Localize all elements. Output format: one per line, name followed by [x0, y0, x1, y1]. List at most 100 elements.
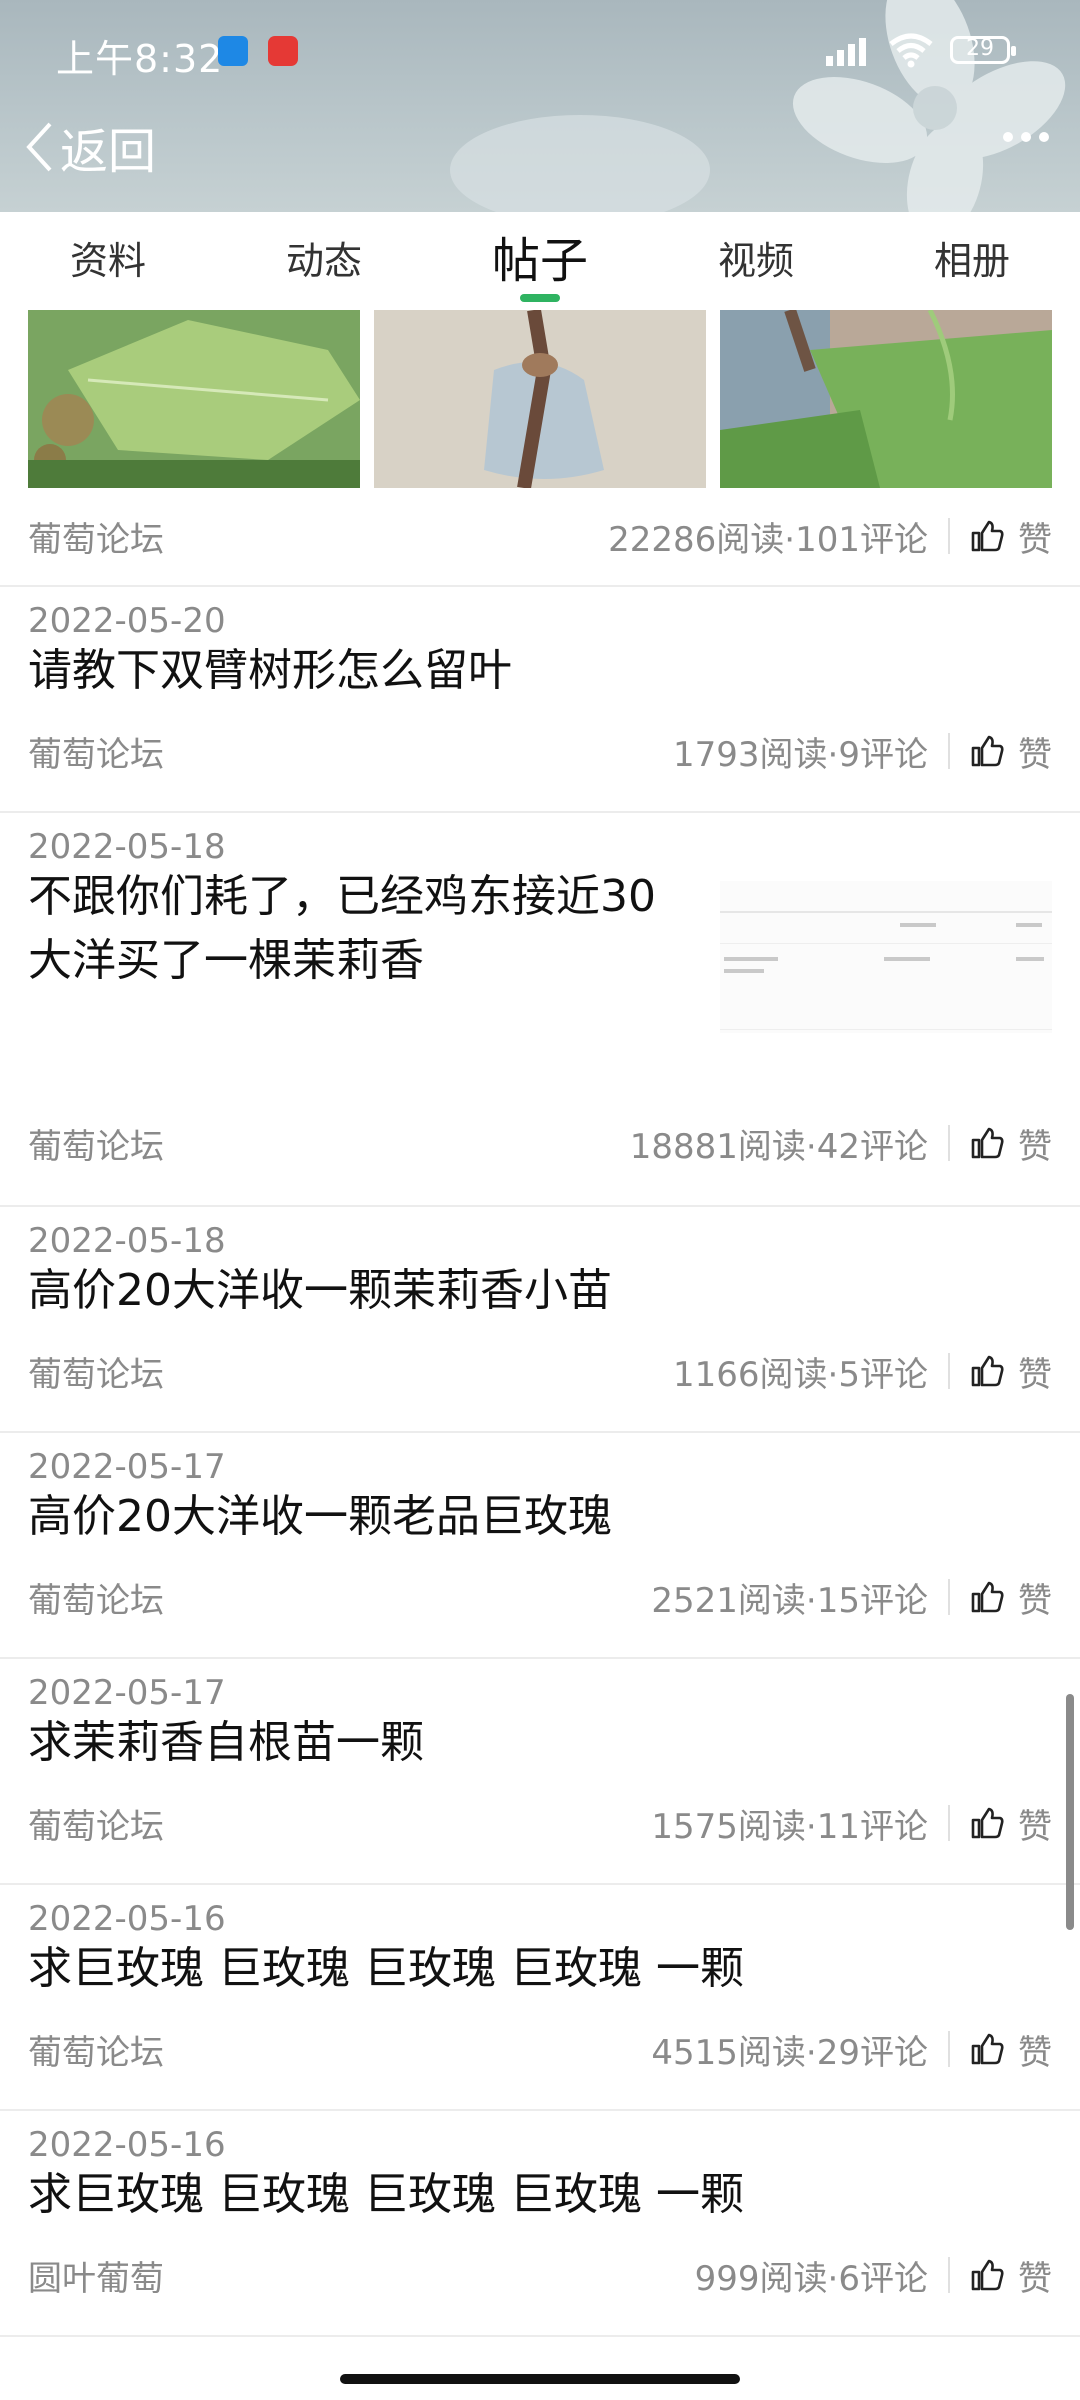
- post-date: 2022-05-16: [28, 2125, 226, 2165]
- post-stats: 1166阅读·5评论: [673, 1354, 928, 1395]
- thumbs-up-icon: [971, 1355, 1004, 1387]
- chevron-left-icon: [26, 122, 52, 172]
- post-title[interactable]: 大洋买了一棵茉莉香: [28, 929, 424, 993]
- forum-name[interactable]: 葡萄论坛: [28, 727, 673, 776]
- post-title[interactable]: 请教下双臂树形怎么留叶: [28, 639, 512, 703]
- wifi-icon: [889, 33, 933, 68]
- profile-tabs: 资料 动态 帖子 视频 相册: [0, 212, 1080, 310]
- home-indicator[interactable]: [340, 2374, 740, 2384]
- like-label: 赞: [1018, 1580, 1052, 1621]
- post-title[interactable]: 高价20大洋收一颗老品巨玫瑰: [28, 1485, 612, 1549]
- tab-albums[interactable]: 相册: [864, 212, 1080, 310]
- signal-icon: [826, 38, 866, 66]
- like-button[interactable]: 赞: [970, 2251, 1052, 2300]
- like-label: 赞: [1018, 1126, 1052, 1167]
- status-time: 上午8:32: [56, 37, 224, 81]
- thumbs-up-icon: [971, 735, 1004, 767]
- post-item[interactable]: 2022-05-16 求巨玫瑰 巨玫瑰 巨玫瑰 巨玫瑰 一颗 葡萄论坛 4515…: [0, 1885, 1080, 2109]
- meta-divider: [948, 518, 950, 554]
- post-item[interactable]: 2022-05-16 求巨玫瑰 巨玫瑰 巨玫瑰 巨玫瑰 一颗 圆叶葡萄 999阅…: [0, 2111, 1080, 2335]
- profile-header: 上午8:32 29 返回: [0, 0, 1080, 212]
- post-date: 2022-05-16: [28, 1899, 226, 1939]
- post-date: 2022-05-17: [28, 1447, 226, 1487]
- post-item[interactable]: 2022-05-17 求茉莉香自根苗一颗 葡萄论坛 1575阅读·11评论 赞: [0, 1659, 1080, 1883]
- like-button[interactable]: 赞: [970, 512, 1052, 561]
- post-meta: 葡萄论坛 1575阅读·11评论 赞: [28, 1793, 1052, 1853]
- post-title[interactable]: 求巨玫瑰 巨玫瑰 巨玫瑰 巨玫瑰 一颗: [28, 1937, 744, 2001]
- browser-app-icon: [218, 36, 248, 66]
- tab-videos[interactable]: 视频: [648, 212, 864, 310]
- post-meta: 葡萄论坛 1166阅读·5评论 赞: [28, 1341, 1052, 1401]
- post-image[interactable]: [28, 310, 360, 488]
- forum-name[interactable]: 葡萄论坛: [28, 1573, 651, 1622]
- meta-divider: [948, 1805, 950, 1841]
- like-label: 赞: [1018, 2258, 1052, 2299]
- like-label: 赞: [1018, 2032, 1052, 2073]
- like-label: 赞: [1018, 734, 1052, 775]
- post-image-row[interactable]: [28, 310, 1052, 488]
- meta-divider: [948, 733, 950, 769]
- post-stats: 22286阅读·101评论: [608, 519, 928, 560]
- post-image[interactable]: [374, 310, 706, 488]
- post-stats: 2521阅读·15评论: [651, 1580, 928, 1621]
- meta-divider: [948, 2031, 950, 2067]
- post-meta: 葡萄论坛 1793阅读·9评论 赞: [28, 721, 1052, 781]
- battery-level: 29: [966, 36, 994, 61]
- post-title[interactable]: 不跟你们耗了，已经鸡东接近30: [28, 865, 656, 929]
- forum-name[interactable]: 葡萄论坛: [28, 512, 608, 561]
- post-stats: 1575阅读·11评论: [651, 1806, 928, 1847]
- thumbs-up-icon: [971, 1127, 1004, 1159]
- thumbs-up-icon: [971, 2259, 1004, 2291]
- meta-divider: [948, 1579, 950, 1615]
- post-item[interactable]: 2022-05-18 不跟你们耗了，已经鸡东接近30 大洋买了一棵茉莉香 葡萄论…: [0, 813, 1080, 1205]
- music-app-icon: [268, 36, 298, 66]
- like-button[interactable]: 赞: [970, 2025, 1052, 2074]
- like-label: 赞: [1018, 519, 1052, 560]
- more-options-icon[interactable]: [1002, 130, 1050, 144]
- like-button[interactable]: 赞: [970, 1799, 1052, 1848]
- post-image[interactable]: [720, 310, 1052, 488]
- post-item[interactable]: 2022-05-17 高价20大洋收一颗老品巨玫瑰 葡萄论坛 2521阅读·15…: [0, 1433, 1080, 1657]
- post-title[interactable]: 高价20大洋收一颗茉莉香小苗: [28, 1259, 612, 1323]
- like-button[interactable]: 赞: [970, 1347, 1052, 1396]
- post-date: 2022-05-17: [28, 1673, 226, 1713]
- post-stats: 999阅读·6评论: [694, 2258, 928, 2299]
- post-meta: 葡萄论坛 2521阅读·15评论 赞: [28, 1567, 1052, 1627]
- forum-name[interactable]: 葡萄论坛: [28, 1119, 630, 1168]
- like-button[interactable]: 赞: [970, 727, 1052, 776]
- post-stats: 18881阅读·42评论: [629, 1126, 928, 1167]
- post-item[interactable]: 2022-05-18 高价20大洋收一颗茉莉香小苗 葡萄论坛 1166阅读·5评…: [0, 1207, 1080, 1431]
- post-stats: 1793阅读·9评论: [673, 734, 928, 775]
- forum-name[interactable]: 圆叶葡萄: [28, 2251, 695, 2300]
- forum-name[interactable]: 葡萄论坛: [28, 2025, 651, 2074]
- thumbs-up-icon: [971, 2033, 1004, 2065]
- forum-name[interactable]: 葡萄论坛: [28, 1347, 673, 1396]
- back-button[interactable]: 返回: [24, 112, 156, 182]
- post-item[interactable]: 2022-05-20 请教下双臂树形怎么留叶 葡萄论坛 1793阅读·9评论 赞: [0, 587, 1080, 811]
- post-divider: [0, 2335, 1080, 2337]
- post-stats: 4515阅读·29评论: [651, 2032, 928, 2073]
- post-meta: 葡萄论坛 4515阅读·29评论 赞: [28, 2019, 1052, 2079]
- like-label: 赞: [1018, 1806, 1052, 1847]
- post-title[interactable]: 求茉莉香自根苗一颗: [28, 1711, 424, 1775]
- tab-posts[interactable]: 帖子: [432, 212, 648, 310]
- thumbs-up-icon: [971, 1807, 1004, 1839]
- scrollbar[interactable]: [1066, 1694, 1074, 1930]
- post-meta: 圆叶葡萄 999阅读·6评论 赞: [28, 2245, 1052, 2305]
- status-bar: 上午8:32 29: [0, 22, 1080, 82]
- leaf-decoration: [450, 115, 710, 212]
- post-meta: 葡萄论坛 22286阅读·101评论 赞: [28, 506, 1052, 566]
- post-meta: 葡萄论坛 18881阅读·42评论 赞: [28, 1113, 1052, 1173]
- forum-name[interactable]: 葡萄论坛: [28, 1799, 651, 1848]
- post-date: 2022-05-18: [28, 1221, 226, 1261]
- like-label: 赞: [1018, 1354, 1052, 1395]
- tab-profile[interactable]: 资料: [0, 212, 216, 310]
- like-button[interactable]: 赞: [970, 1119, 1052, 1168]
- like-button[interactable]: 赞: [970, 1573, 1052, 1622]
- thumbs-up-icon: [971, 520, 1004, 552]
- meta-divider: [948, 1125, 950, 1161]
- post-date: 2022-05-18: [28, 827, 226, 867]
- tab-activity[interactable]: 动态: [216, 212, 432, 310]
- post-thumbnail[interactable]: [720, 881, 1052, 1033]
- post-title[interactable]: 求巨玫瑰 巨玫瑰 巨玫瑰 巨玫瑰 一颗: [28, 2163, 744, 2227]
